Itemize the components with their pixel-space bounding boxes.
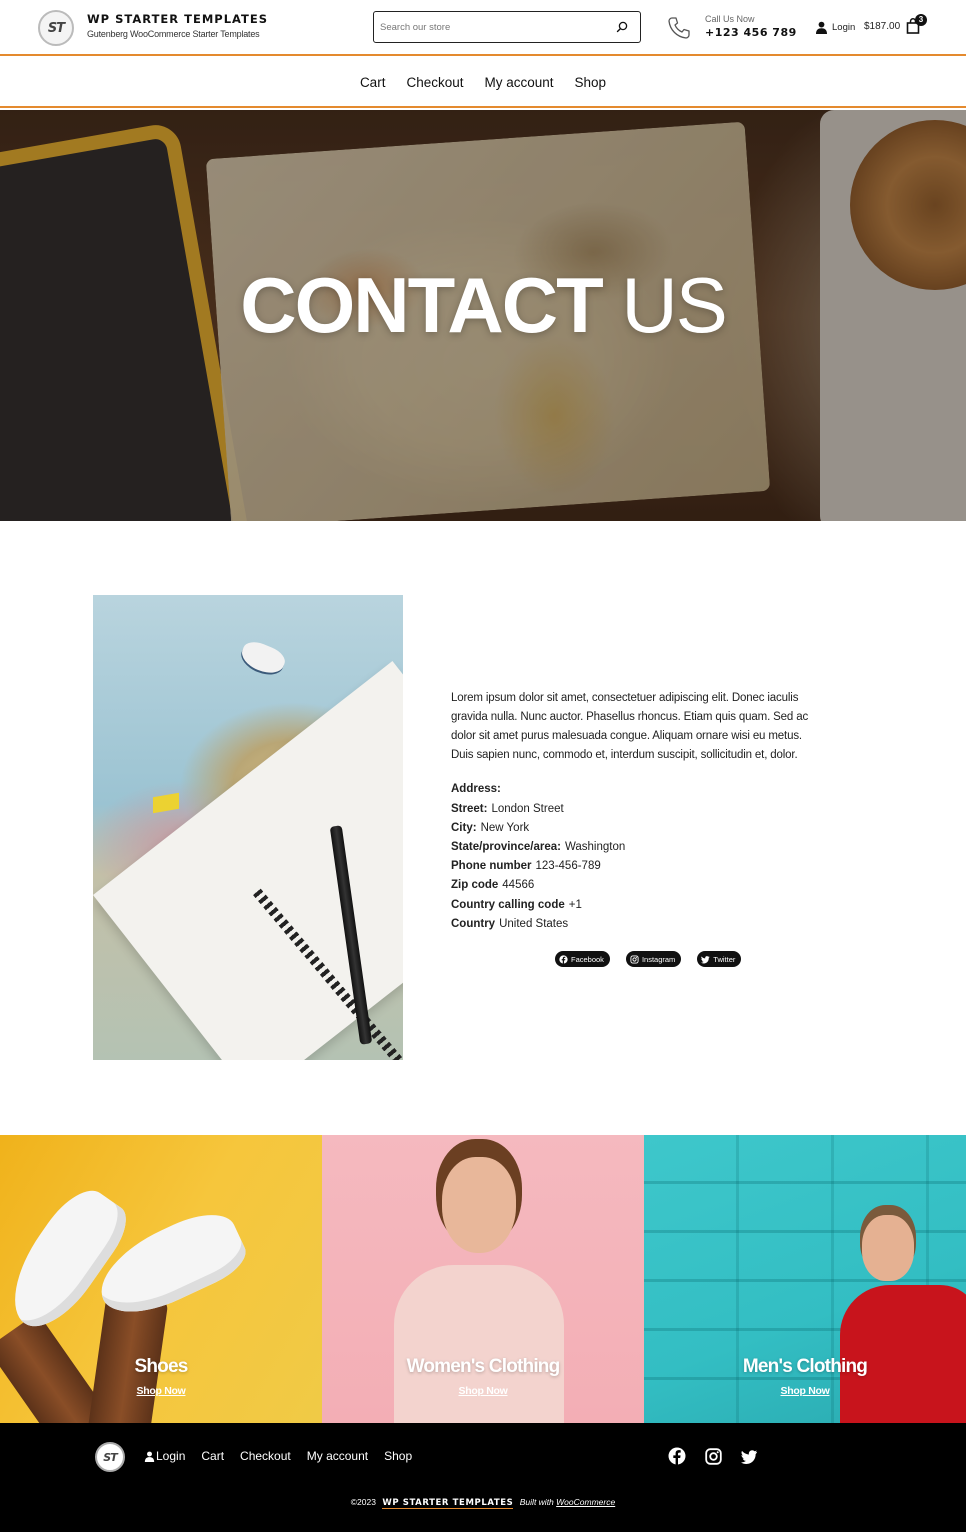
search-button[interactable] xyxy=(614,19,630,35)
footer-nav: Login Cart Checkout My account Shop xyxy=(144,1449,412,1463)
shop-now-link[interactable]: Shop Now xyxy=(644,1385,966,1397)
country-calling-code: Country calling code +1 xyxy=(451,899,582,911)
country: Country United States xyxy=(451,918,569,930)
call-label: Call Us Now xyxy=(705,14,755,24)
facebook-button[interactable]: Facebook xyxy=(555,951,610,967)
site-footer: ST Login Cart Checkout My account Shop ©… xyxy=(0,1423,966,1532)
cart-count-badge: 3 xyxy=(915,14,927,26)
category-card-mens-clothing[interactable]: Men's Clothing Shop Now xyxy=(644,1135,966,1423)
cart-total[interactable]: $187.00 xyxy=(864,21,900,32)
shop-now-link[interactable]: Shop Now xyxy=(0,1385,322,1397)
nav-shop[interactable]: Shop xyxy=(575,75,607,90)
nav-cart[interactable]: Cart xyxy=(360,75,386,90)
facebook-icon xyxy=(559,954,568,964)
footer-social-links xyxy=(668,1447,758,1465)
nav-checkout[interactable]: Checkout xyxy=(406,75,463,90)
twitter-icon xyxy=(701,955,710,964)
login-label: Login xyxy=(832,21,856,33)
call-number[interactable]: +123 456 789 xyxy=(705,26,797,39)
page-title-light: US xyxy=(621,261,727,349)
instagram-button[interactable]: Instagram xyxy=(625,951,682,967)
page-title-bold: CONTACT xyxy=(240,261,603,349)
logo-text: ST xyxy=(47,20,65,36)
twitter-button[interactable]: Twitter xyxy=(697,951,742,967)
category-card-womens-clothing[interactable]: Women's Clothing Shop Now xyxy=(322,1135,644,1423)
primary-nav: Cart Checkout My account Shop xyxy=(0,58,966,108)
nav-my-account[interactable]: My account xyxy=(485,75,554,90)
site-title[interactable]: WP STARTER TEMPLATES xyxy=(87,12,268,26)
site-header: ST WP STARTER TEMPLATES Gutenberg WooCom… xyxy=(0,0,966,56)
login-link[interactable]: Login xyxy=(815,19,855,35)
footer-nav-cart[interactable]: Cart xyxy=(201,1449,224,1463)
shop-now-link[interactable]: Shop Now xyxy=(322,1385,644,1397)
user-icon xyxy=(816,21,827,34)
footer-brand-link[interactable]: WP STARTER TEMPLATES xyxy=(382,1498,514,1509)
instagram-icon xyxy=(630,954,639,964)
phone-icon xyxy=(668,17,690,39)
site-logo[interactable]: ST xyxy=(38,10,74,46)
category-title: Women's Clothing xyxy=(406,1356,561,1377)
site-tagline: Gutenberg WooCommerce Starter Templates xyxy=(87,29,260,39)
instagram-icon[interactable] xyxy=(704,1447,722,1465)
footer-copyright: ©2023 WP STARTER TEMPLATES Built with Wo… xyxy=(350,1497,616,1509)
address-state: State/province/area: Washington xyxy=(451,841,626,853)
phone-number: Phone number 123-456-789 xyxy=(451,860,601,872)
contact-intro: Lorem ipsum dolor sit amet, consectetuer… xyxy=(451,692,809,761)
social-links: Facebook Instagram Twitter xyxy=(555,951,742,967)
facebook-icon[interactable] xyxy=(668,1447,686,1465)
address-street: Street: London Street xyxy=(451,803,564,815)
category-title: Shoes xyxy=(134,1356,188,1377)
search-icon xyxy=(616,21,628,33)
footer-nav-checkout[interactable]: Checkout xyxy=(240,1449,291,1463)
footer-login-link[interactable]: Login xyxy=(144,1449,185,1463)
footer-nav-my-account[interactable]: My account xyxy=(307,1449,368,1463)
contact-image xyxy=(93,595,403,1060)
twitter-icon[interactable] xyxy=(740,1447,758,1465)
woocommerce-link[interactable]: WooCommerce xyxy=(556,1497,615,1507)
address-city: City: New York xyxy=(451,822,530,834)
search-input[interactable] xyxy=(380,18,600,36)
category-card-shoes[interactable]: Shoes Shop Now xyxy=(0,1135,322,1423)
hero-banner: CONTACT US xyxy=(0,110,966,521)
zip-code: Zip code 44566 xyxy=(451,879,535,891)
user-icon xyxy=(144,1451,155,1462)
search-form xyxy=(373,11,641,43)
page-title: CONTACT US xyxy=(0,260,966,351)
address-heading: Address: xyxy=(451,783,501,795)
footer-logo[interactable]: ST xyxy=(95,1442,125,1472)
footer-nav-shop[interactable]: Shop xyxy=(384,1449,412,1463)
category-title: Men's Clothing xyxy=(742,1356,868,1377)
